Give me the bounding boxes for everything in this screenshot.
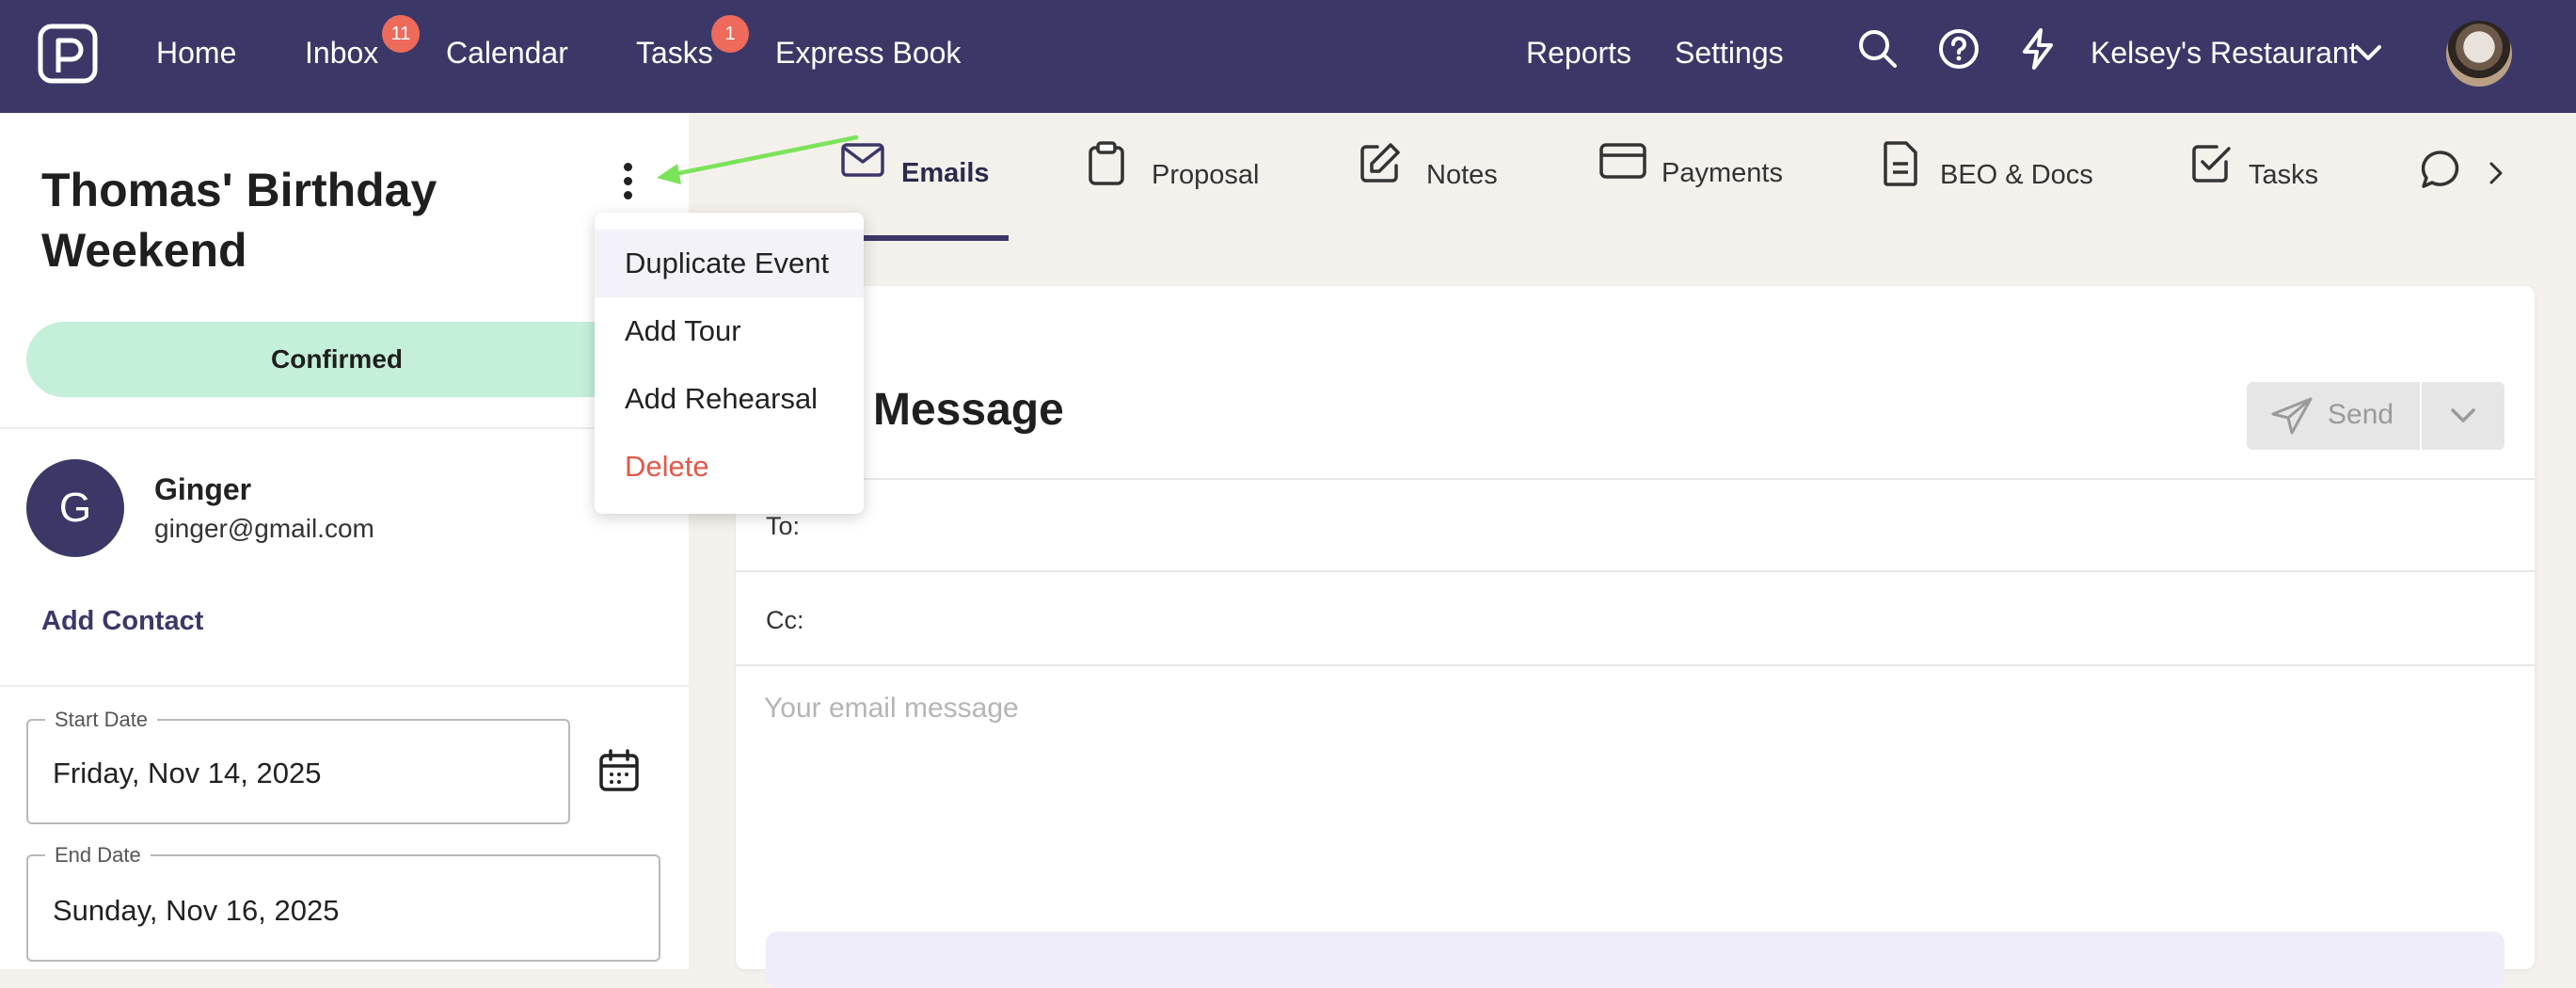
tab-label: Payments [1662, 158, 1783, 188]
tab-label: Tasks [2249, 160, 2319, 190]
app-logo-icon[interactable] [38, 24, 98, 84]
tasks-count-badge: 1 [711, 15, 749, 53]
divider [736, 664, 2535, 666]
tab-beo-docs[interactable]: BEO & Docs [1882, 141, 2098, 205]
top-navigation-bar: Home Inbox 11 Calendar Tasks 1 Express B… [0, 0, 2576, 113]
document-icon [1884, 141, 1917, 186]
tab-payments[interactable]: Payments [1599, 141, 1788, 205]
chat-icon[interactable] [2420, 149, 2461, 190]
add-contact-button[interactable]: Add Contact [41, 606, 203, 637]
end-date-field[interactable]: End Date Sunday, Nov 16, 2025 [26, 843, 660, 962]
annotation-arrow-icon [657, 135, 859, 184]
tab-tasks[interactable]: Tasks [2190, 141, 2331, 205]
clipboard-icon [1089, 141, 1124, 185]
inbox-unread-badge: 11 [382, 15, 420, 53]
calendar-icon[interactable] [598, 749, 640, 792]
chevron-down-icon [2451, 408, 2475, 422]
contact-email: ginger@gmail.com [154, 514, 374, 543]
venue-switcher[interactable]: Kelsey's Restaurant [2091, 34, 2358, 72]
edit-icon [1360, 143, 1400, 183]
nav-settings[interactable]: Settings [1675, 34, 1784, 72]
search-icon[interactable] [1855, 26, 1900, 72]
tab-notes[interactable]: Notes [1359, 141, 1509, 205]
tab-label: Emails [901, 158, 990, 188]
menu-item-add-tour[interactable]: Add Tour [595, 297, 864, 365]
tab-label: BEO & Docs [1940, 160, 2093, 190]
divider [736, 570, 2535, 572]
to-label: To: [766, 512, 801, 540]
nav-tasks[interactable]: Tasks [636, 34, 713, 72]
tab-emails[interactable]: Emails [841, 141, 1010, 205]
end-date-label: End Date [45, 843, 151, 868]
attachment-area[interactable] [766, 932, 2504, 988]
contact-avatar: G [26, 459, 124, 557]
checkbox-icon [2192, 145, 2231, 183]
chevron-right-icon[interactable] [2486, 156, 2506, 190]
send-icon [2271, 397, 2313, 435]
nav-inbox[interactable]: Inbox [305, 34, 378, 72]
tab-proposal[interactable]: Proposal [1088, 141, 1260, 205]
cc-input[interactable] [849, 593, 2508, 647]
contact-name: Ginger [154, 472, 252, 506]
divider [0, 685, 689, 687]
event-title: Thomas' Birthday Weekend [41, 164, 437, 277]
menu-item-add-rehearsal[interactable]: Add Rehearsal [595, 365, 864, 433]
chevron-down-icon[interactable] [2354, 41, 2382, 64]
send-button[interactable]: Send [2247, 382, 2420, 450]
start-date-label: Start Date [45, 708, 158, 732]
email-composer: Message Send To: Cc: [736, 286, 2535, 988]
nav-express-book[interactable]: Express Book [775, 34, 961, 72]
composer-title: Message [873, 385, 1064, 435]
nav-home[interactable]: Home [156, 34, 236, 72]
divider [736, 478, 2535, 480]
send-options-button[interactable] [2422, 382, 2504, 450]
start-date-field[interactable]: Start Date Friday, Nov 14, 2025 [26, 708, 570, 824]
start-date-value: Friday, Nov 14, 2025 [53, 757, 322, 789]
nav-calendar[interactable]: Calendar [446, 34, 568, 72]
user-avatar[interactable] [2446, 21, 2512, 87]
event-options-menu: Duplicate Event Add Tour Add Rehearsal D… [595, 213, 864, 514]
cc-label: Cc: [766, 606, 804, 634]
divider [0, 427, 689, 429]
menu-item-delete[interactable]: Delete [595, 433, 864, 501]
to-input[interactable] [849, 499, 2508, 553]
menu-item-duplicate-event[interactable]: Duplicate Event [595, 230, 864, 297]
more-options-icon[interactable] [613, 160, 642, 207]
lightning-icon[interactable] [2015, 26, 2060, 72]
end-date-value: Sunday, Nov 16, 2025 [53, 894, 340, 927]
tab-label: Notes [1426, 160, 1498, 190]
card-icon [1599, 143, 1646, 179]
nav-reports[interactable]: Reports [1526, 34, 1631, 72]
event-sidebar: Thomas' Birthday Weekend Confirmed G Gin… [0, 113, 689, 969]
tab-label: Proposal [1152, 160, 1260, 190]
send-label: Send [2328, 399, 2394, 430]
status-badge[interactable]: Confirmed [26, 322, 647, 397]
message-body-input[interactable] [762, 691, 2516, 873]
help-icon[interactable] [1936, 26, 1981, 72]
